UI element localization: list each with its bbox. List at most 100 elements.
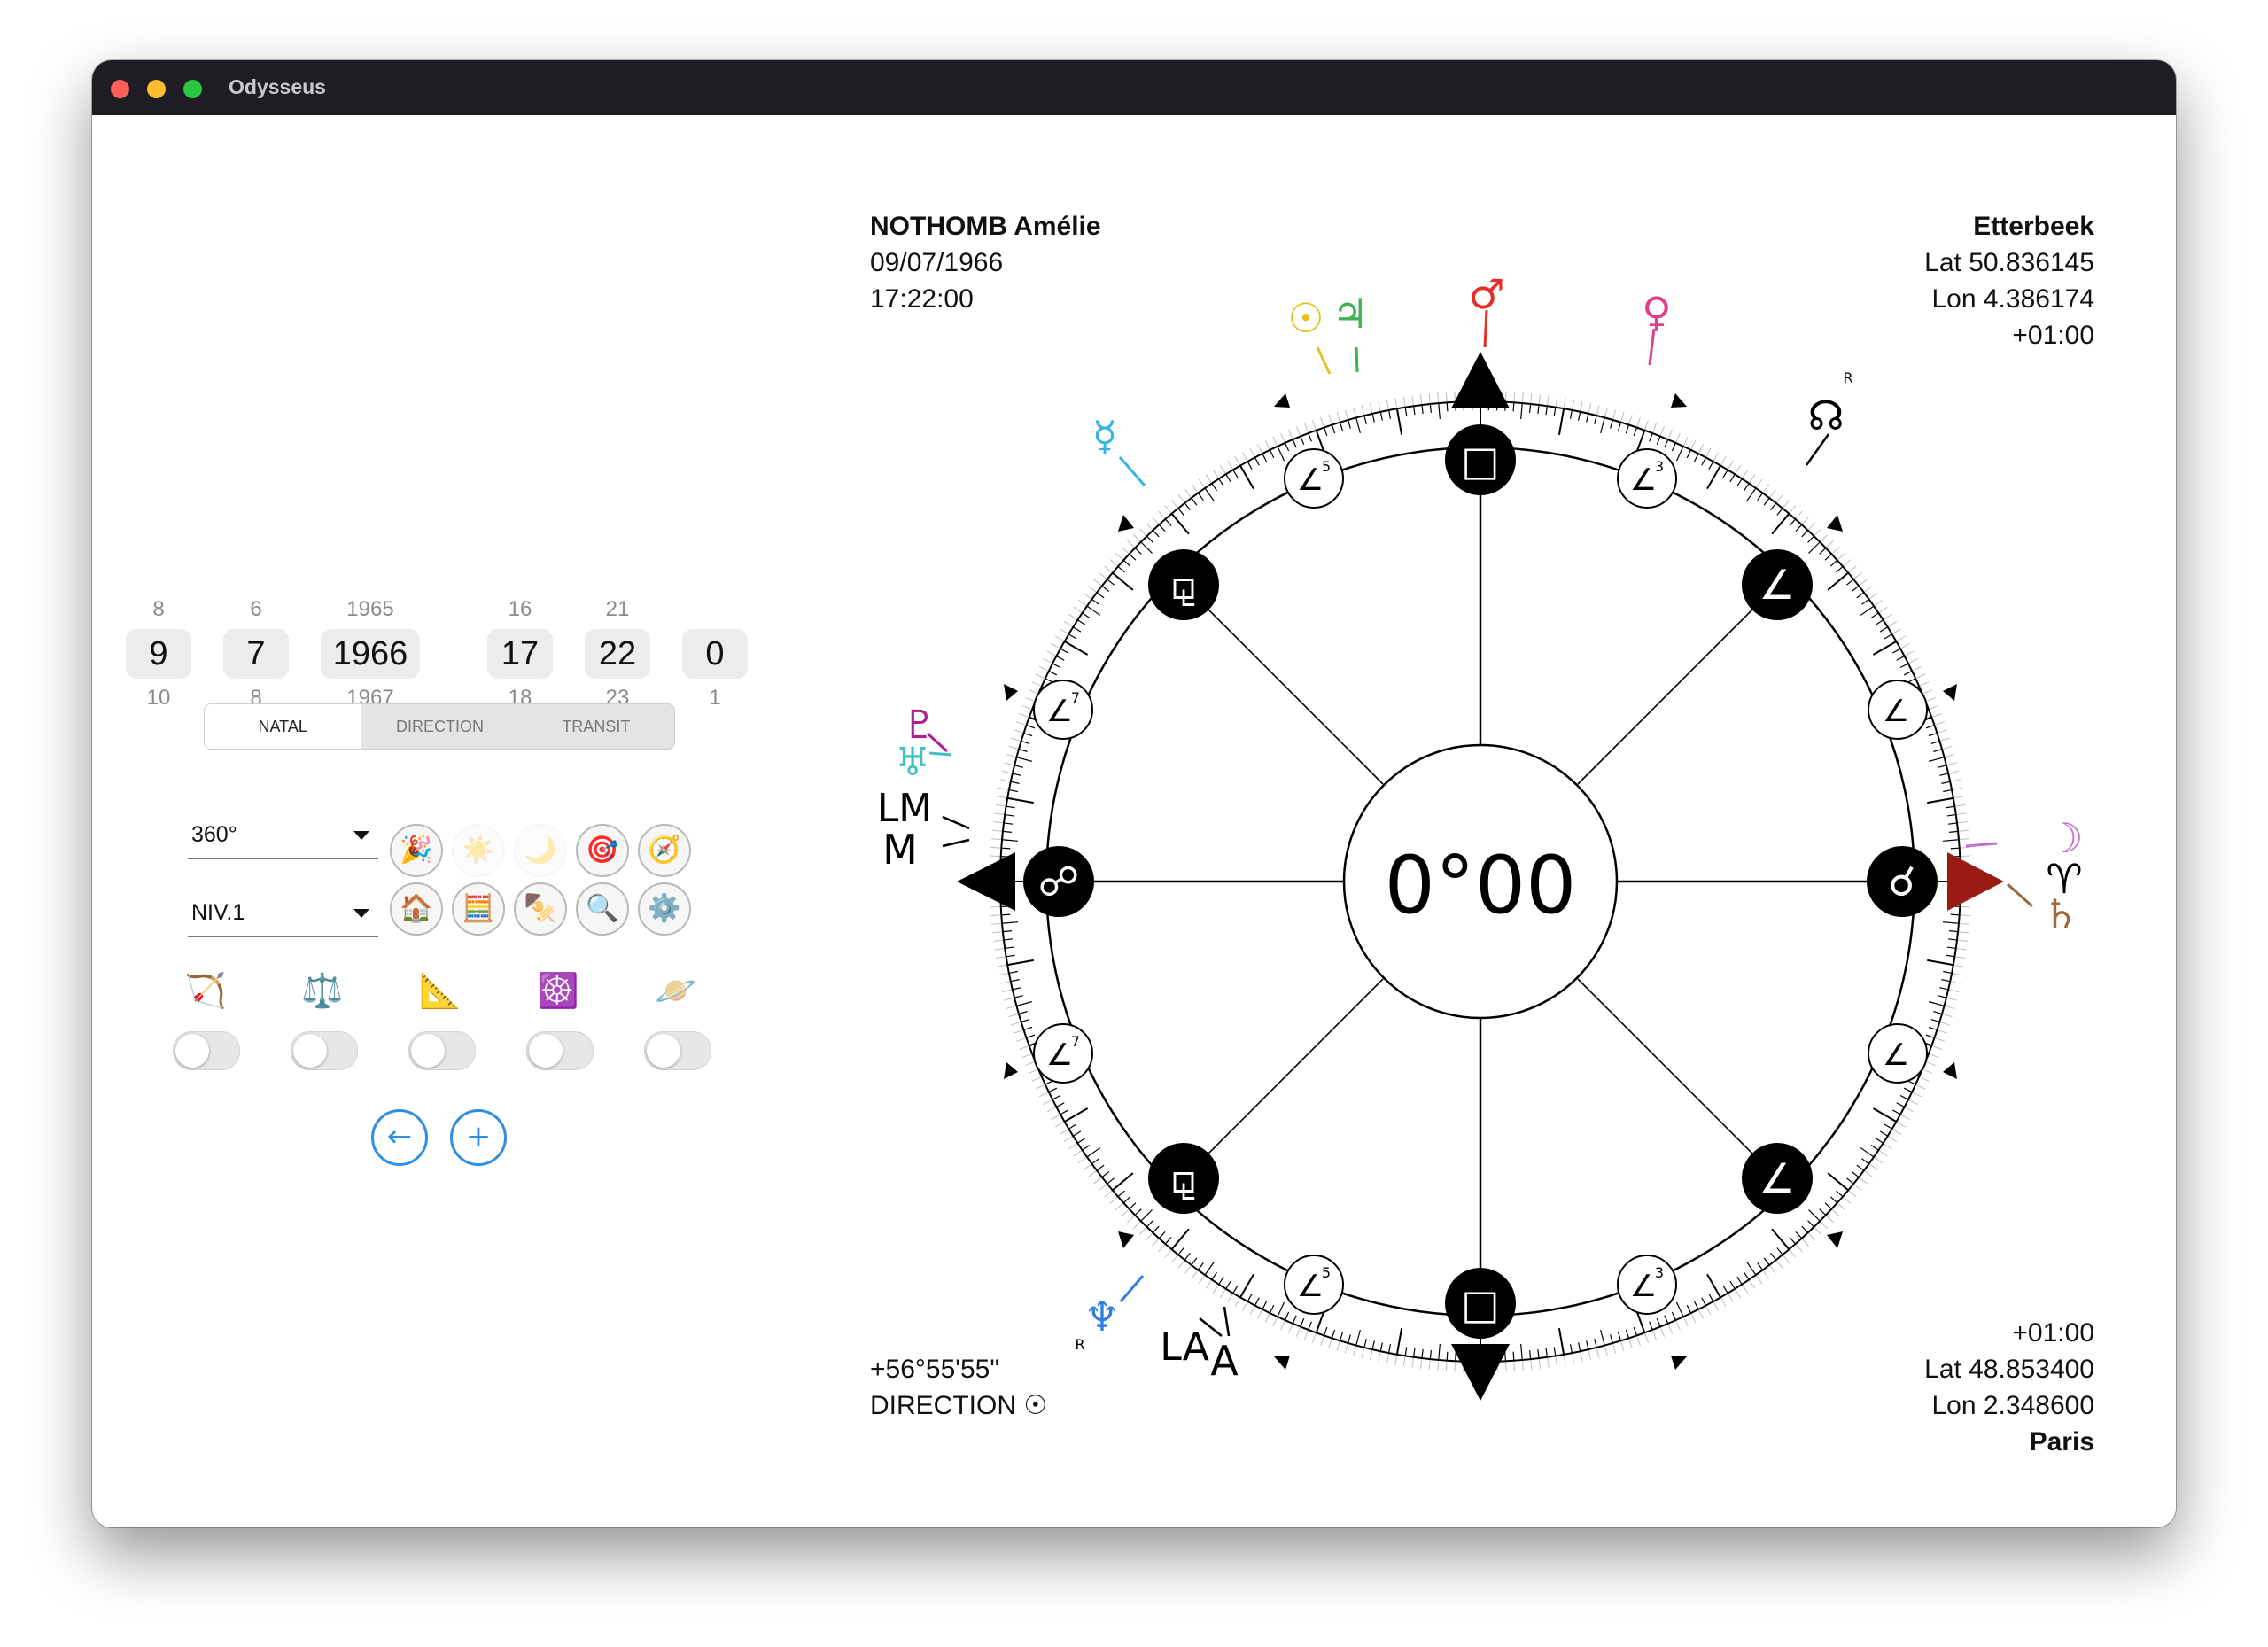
degree-tick	[1545, 1348, 1549, 1357]
outer-tick	[1402, 396, 1406, 408]
degree-tick	[1134, 1208, 1142, 1216]
degree-tick	[1675, 446, 1684, 462]
degree-tick	[1943, 970, 1953, 975]
outer-tick	[1951, 787, 1962, 791]
outer-tick	[1445, 1360, 1448, 1371]
minimize-button[interactable]	[147, 80, 166, 98]
degree-tick	[1617, 422, 1622, 431]
outer-tick	[995, 804, 1006, 807]
degree-tick	[1512, 1351, 1515, 1361]
outer-tick	[1068, 613, 1078, 621]
degree-tick	[1829, 1196, 1838, 1204]
outer-tick	[1019, 713, 1029, 719]
degree-tick	[1846, 579, 1854, 586]
minor-aspect-6: ∠	[1868, 1023, 1928, 1084]
outer-tick	[1184, 489, 1192, 499]
outer-tick	[1073, 606, 1083, 614]
outer-tick	[1819, 533, 1829, 543]
outer-tick	[1296, 1326, 1301, 1337]
outer-tick	[1109, 1196, 1119, 1204]
outer-tick	[1336, 412, 1341, 423]
degree-tick	[1421, 1348, 1424, 1359]
outer-tick	[1077, 599, 1088, 607]
degree-tick	[1771, 513, 1790, 535]
degree-tick	[1729, 1280, 1736, 1289]
outer-tick	[1801, 1238, 1810, 1247]
zoom-button[interactable]	[183, 80, 202, 98]
outer-tick	[1127, 1215, 1136, 1224]
degree-tick	[1851, 1171, 1860, 1178]
degree-tick	[1134, 548, 1142, 555]
degree-tick	[1438, 403, 1441, 420]
degree-tick	[1204, 487, 1215, 502]
degree-tick	[1795, 1231, 1803, 1239]
minor-aspect-3: ∠7	[1033, 680, 1093, 740]
outer-tick	[1939, 737, 1950, 742]
outer-tick	[1682, 436, 1689, 447]
jupiter-marker-line	[1355, 346, 1359, 373]
degree-tick	[1856, 592, 1865, 599]
degree-tick	[1073, 626, 1082, 633]
degree-tick	[1170, 513, 1190, 535]
outer-tick	[1925, 1060, 1936, 1066]
outer-tick	[1002, 989, 1014, 993]
degree-tick	[1371, 1340, 1375, 1350]
outer-tick	[1320, 1335, 1325, 1346]
outer-tick	[995, 956, 1006, 959]
outer-tick	[1288, 429, 1293, 440]
degree-tick	[1331, 1329, 1336, 1339]
outer-tick	[1138, 528, 1147, 537]
degree-tick	[1339, 1332, 1344, 1341]
outer-tick	[1104, 1190, 1114, 1198]
degree-tick	[1177, 1247, 1184, 1255]
degree-tick	[1649, 432, 1653, 442]
degree-tick	[1693, 1301, 1699, 1310]
outer-tick	[998, 972, 1010, 976]
degree-tick	[1140, 1209, 1153, 1222]
degree-tick	[1950, 913, 1960, 916]
outer-tick	[1941, 745, 1953, 750]
degree-tick	[1018, 1011, 1028, 1014]
outer-tick	[990, 914, 1002, 917]
degree-tick	[1002, 930, 1012, 933]
degree-tick	[1757, 493, 1764, 501]
degree-tick	[1395, 1328, 1403, 1355]
outer-tick	[1727, 460, 1734, 470]
degree-tick	[1942, 921, 1959, 924]
mars-glyph: ♂	[1468, 270, 1504, 318]
outer-tick	[1953, 796, 1964, 799]
outer-tick	[1115, 552, 1124, 561]
degree-tick	[1939, 773, 1949, 776]
jupiter-glyph: ♃	[1332, 290, 1368, 338]
outer-tick	[1151, 516, 1160, 525]
outer-tick	[1312, 1332, 1317, 1343]
outer-tick	[1361, 1347, 1365, 1358]
outer-tick	[1303, 1329, 1309, 1340]
outer-tick	[1088, 586, 1098, 594]
outer-tick	[1955, 947, 1967, 951]
title-bar: Odysseus	[92, 60, 2176, 115]
close-button[interactable]	[111, 80, 129, 98]
degree-tick	[1746, 487, 1757, 502]
degree-tick	[1693, 453, 1699, 462]
neptune-glyph: ♆	[1084, 1293, 1120, 1340]
outer-tick	[1837, 552, 1846, 561]
degree-tick	[1938, 765, 1947, 768]
outer-tick	[1369, 1348, 1373, 1360]
outer-tick	[1762, 1270, 1770, 1279]
degree-tick	[1824, 553, 1832, 561]
degree-tick	[1946, 813, 1956, 817]
outer-tick	[1563, 398, 1566, 409]
degree-tick	[1122, 559, 1131, 567]
outer-tick	[1073, 1149, 1083, 1157]
degree-tick	[1851, 585, 1860, 592]
degree-tick	[1112, 571, 1134, 591]
diag-bl	[1183, 978, 1384, 1179]
aspect-disc-top: □	[1445, 424, 1516, 495]
outer-tick	[1596, 405, 1600, 416]
degree-tick	[1355, 1329, 1361, 1346]
outer-tick	[1312, 420, 1317, 431]
outer-tick	[994, 812, 1006, 816]
svg-text:7: 7	[1071, 1033, 1080, 1050]
outer-tick	[1842, 559, 1852, 567]
